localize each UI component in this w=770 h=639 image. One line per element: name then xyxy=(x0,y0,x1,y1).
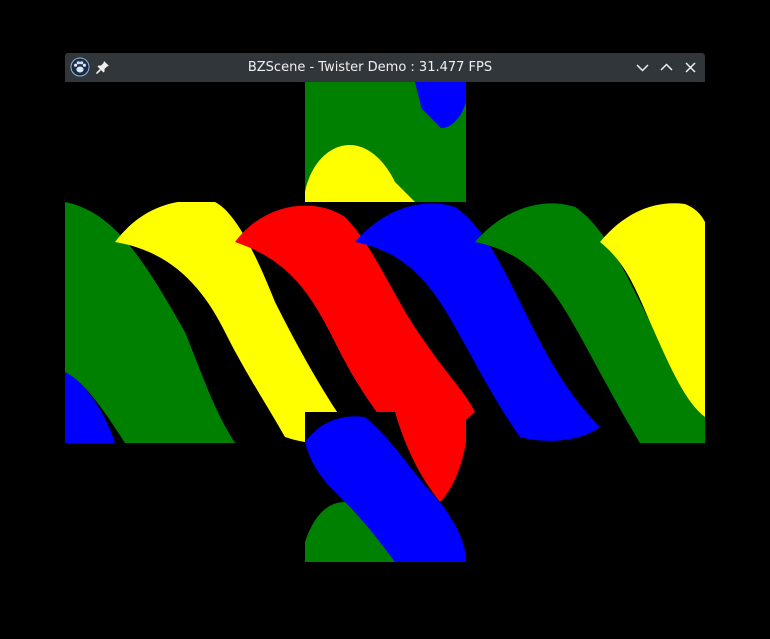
twister-canvas xyxy=(65,82,705,562)
app-window: BZScene - Twister Demo : 31.477 FPS xyxy=(65,53,705,562)
window-title: BZScene - Twister Demo : 31.477 FPS xyxy=(247,60,493,75)
close-icon[interactable] xyxy=(682,59,699,76)
bzscene-paw-icon[interactable] xyxy=(70,57,90,77)
pin-icon[interactable] xyxy=(95,59,111,75)
window-titlebar[interactable]: BZScene - Twister Demo : 31.477 FPS xyxy=(65,53,705,82)
vertical-twister-bottom xyxy=(305,412,466,562)
chevron-down-icon[interactable] xyxy=(634,59,651,76)
horizontal-twister xyxy=(65,202,705,443)
twister-render-view[interactable] xyxy=(65,82,705,562)
chevron-up-icon[interactable] xyxy=(658,59,675,76)
